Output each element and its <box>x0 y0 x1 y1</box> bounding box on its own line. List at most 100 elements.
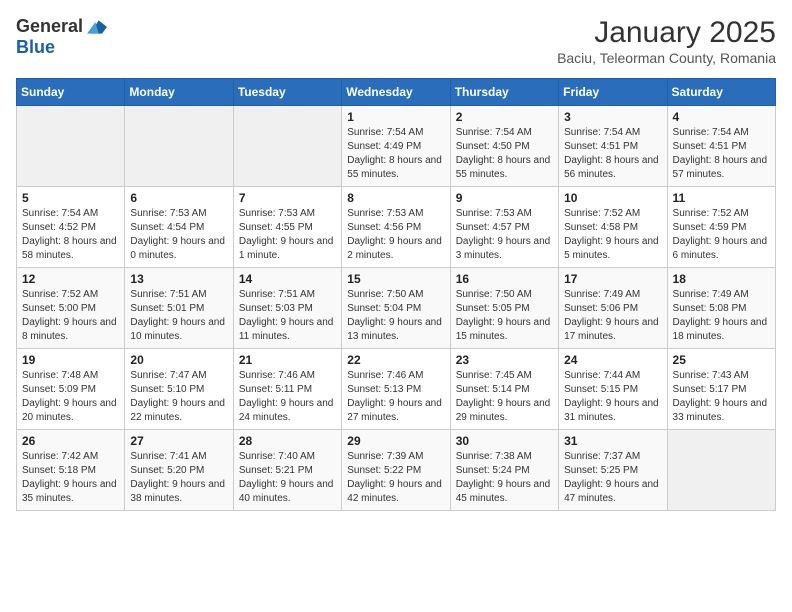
day-info: Sunrise: 7:37 AMSunset: 5:25 PMDaylight:… <box>564 450 661 506</box>
day-number: 10 <box>564 191 661 205</box>
day-info: Sunrise: 7:51 AMSunset: 5:03 PMDaylight:… <box>239 288 336 344</box>
day-number: 2 <box>456 110 553 124</box>
calendar-cell: 29 Sunrise: 7:39 AMSunset: 5:22 PMDayligh… <box>342 430 450 511</box>
calendar-cell: 15 Sunrise: 7:50 AMSunset: 5:04 PMDayligh… <box>342 268 450 349</box>
calendar-cell: 3 Sunrise: 7:54 AMSunset: 4:51 PMDaylight… <box>559 106 667 187</box>
day-info: Sunrise: 7:44 AMSunset: 5:15 PMDaylight:… <box>564 369 661 425</box>
calendar-cell: 20 Sunrise: 7:47 AMSunset: 5:10 PMDayligh… <box>125 349 233 430</box>
day-info: Sunrise: 7:41 AMSunset: 5:20 PMDaylight:… <box>130 450 227 506</box>
logo-icon <box>87 17 107 37</box>
day-info: Sunrise: 7:50 AMSunset: 5:05 PMDaylight:… <box>456 288 553 344</box>
day-number: 15 <box>347 272 444 286</box>
calendar-cell: 7 Sunrise: 7:53 AMSunset: 4:55 PMDaylight… <box>233 187 341 268</box>
calendar-cell: 17 Sunrise: 7:49 AMSunset: 5:06 PMDayligh… <box>559 268 667 349</box>
calendar-cell: 13 Sunrise: 7:51 AMSunset: 5:01 PMDayligh… <box>125 268 233 349</box>
day-info: Sunrise: 7:53 AMSunset: 4:57 PMDaylight:… <box>456 207 553 263</box>
day-info: Sunrise: 7:53 AMSunset: 4:56 PMDaylight:… <box>347 207 444 263</box>
weekday-header-saturday: Saturday <box>667 79 775 106</box>
day-number: 6 <box>130 191 227 205</box>
weekday-header-tuesday: Tuesday <box>233 79 341 106</box>
day-info: Sunrise: 7:54 AMSunset: 4:51 PMDaylight:… <box>673 126 770 182</box>
calendar-cell <box>667 430 775 511</box>
calendar-cell: 19Sunrise: 7:48 AMSunset: 5:09 PMDayligh… <box>17 349 125 430</box>
calendar-cell: 11 Sunrise: 7:52 AMSunset: 4:59 PMDayligh… <box>667 187 775 268</box>
day-number: 23 <box>456 353 553 367</box>
calendar-cell <box>233 106 341 187</box>
day-number: 17 <box>564 272 661 286</box>
calendar-cell: 30Sunrise: 7:38 AMSunset: 5:24 PMDayligh… <box>450 430 558 511</box>
calendar-cell: 10 Sunrise: 7:52 AMSunset: 4:58 PMDayligh… <box>559 187 667 268</box>
logo-blue-text: Blue <box>16 37 55 58</box>
day-number: 22 <box>347 353 444 367</box>
calendar-week-4: 19Sunrise: 7:48 AMSunset: 5:09 PMDayligh… <box>17 349 776 430</box>
logo: General Blue <box>16 16 107 58</box>
day-info: Sunrise: 7:48 AMSunset: 5:09 PMDaylight:… <box>22 369 119 425</box>
day-info: Sunrise: 7:53 AMSunset: 4:54 PMDaylight:… <box>130 207 227 263</box>
day-number: 5 <box>22 191 119 205</box>
calendar-cell: 8Sunrise: 7:53 AMSunset: 4:56 PMDaylight… <box>342 187 450 268</box>
day-info: Sunrise: 7:47 AMSunset: 5:10 PMDaylight:… <box>130 369 227 425</box>
calendar-cell: 28 Sunrise: 7:40 AMSunset: 5:21 PMDayligh… <box>233 430 341 511</box>
day-number: 28 <box>239 434 336 448</box>
calendar-cell: 25Sunrise: 7:43 AMSunset: 5:17 PMDayligh… <box>667 349 775 430</box>
page-header: General Blue January 2025 Baciu, Teleorm… <box>16 16 776 66</box>
calendar-cell: 12 Sunrise: 7:52 AMSunset: 5:00 PMDayligh… <box>17 268 125 349</box>
day-number: 4 <box>673 110 770 124</box>
calendar-cell: 9 Sunrise: 7:53 AMSunset: 4:57 PMDaylight… <box>450 187 558 268</box>
day-info: Sunrise: 7:38 AMSunset: 5:24 PMDaylight:… <box>456 450 553 506</box>
calendar-cell: 14 Sunrise: 7:51 AMSunset: 5:03 PMDayligh… <box>233 268 341 349</box>
weekday-header-sunday: Sunday <box>17 79 125 106</box>
calendar-cell: 18Sunrise: 7:49 AMSunset: 5:08 PMDayligh… <box>667 268 775 349</box>
day-info: Sunrise: 7:45 AMSunset: 5:14 PMDaylight:… <box>456 369 553 425</box>
weekday-header-monday: Monday <box>125 79 233 106</box>
day-info: Sunrise: 7:52 AMSunset: 4:59 PMDaylight:… <box>673 207 770 263</box>
day-number: 1 <box>347 110 444 124</box>
calendar-cell: 16 Sunrise: 7:50 AMSunset: 5:05 PMDayligh… <box>450 268 558 349</box>
day-info: Sunrise: 7:54 AMSunset: 4:49 PMDaylight:… <box>347 126 444 182</box>
calendar-cell: 22 Sunrise: 7:46 AMSunset: 5:13 PMDayligh… <box>342 349 450 430</box>
day-info: Sunrise: 7:54 AMSunset: 4:52 PMDaylight:… <box>22 207 119 263</box>
calendar-cell <box>125 106 233 187</box>
day-number: 13 <box>130 272 227 286</box>
calendar-cell: 6 Sunrise: 7:53 AMSunset: 4:54 PMDaylight… <box>125 187 233 268</box>
day-number: 18 <box>673 272 770 286</box>
day-info: Sunrise: 7:50 AMSunset: 5:04 PMDaylight:… <box>347 288 444 344</box>
calendar-cell <box>17 106 125 187</box>
calendar-cell: 5 Sunrise: 7:54 AMSunset: 4:52 PMDaylight… <box>17 187 125 268</box>
day-info: Sunrise: 7:49 AMSunset: 5:06 PMDaylight:… <box>564 288 661 344</box>
day-info: Sunrise: 7:54 AMSunset: 4:50 PMDaylight:… <box>456 126 553 182</box>
day-info: Sunrise: 7:54 AMSunset: 4:51 PMDaylight:… <box>564 126 661 182</box>
logo-general-text: General <box>16 16 83 37</box>
day-number: 20 <box>130 353 227 367</box>
day-number: 16 <box>456 272 553 286</box>
day-number: 27 <box>130 434 227 448</box>
day-info: Sunrise: 7:51 AMSunset: 5:01 PMDaylight:… <box>130 288 227 344</box>
weekday-header-wednesday: Wednesday <box>342 79 450 106</box>
day-info: Sunrise: 7:53 AMSunset: 4:55 PMDaylight:… <box>239 207 336 263</box>
calendar-cell: 26Sunrise: 7:42 AMSunset: 5:18 PMDayligh… <box>17 430 125 511</box>
calendar-cell: 24Sunrise: 7:44 AMSunset: 5:15 PMDayligh… <box>559 349 667 430</box>
day-number: 14 <box>239 272 336 286</box>
day-number: 11 <box>673 191 770 205</box>
day-number: 31 <box>564 434 661 448</box>
day-number: 9 <box>456 191 553 205</box>
day-info: Sunrise: 7:46 AMSunset: 5:13 PMDaylight:… <box>347 369 444 425</box>
calendar-week-3: 12 Sunrise: 7:52 AMSunset: 5:00 PMDayligh… <box>17 268 776 349</box>
day-info: Sunrise: 7:40 AMSunset: 5:21 PMDaylight:… <box>239 450 336 506</box>
day-info: Sunrise: 7:39 AMSunset: 5:22 PMDaylight:… <box>347 450 444 506</box>
day-number: 3 <box>564 110 661 124</box>
day-info: Sunrise: 7:52 AMSunset: 4:58 PMDaylight:… <box>564 207 661 263</box>
location-text: Baciu, Teleorman County, Romania <box>557 50 776 66</box>
calendar-cell: 27 Sunrise: 7:41 AMSunset: 5:20 PMDayligh… <box>125 430 233 511</box>
day-number: 26 <box>22 434 119 448</box>
title-block: January 2025 Baciu, Teleorman County, Ro… <box>557 16 776 66</box>
day-info: Sunrise: 7:52 AMSunset: 5:00 PMDaylight:… <box>22 288 119 344</box>
day-number: 21 <box>239 353 336 367</box>
calendar-cell: 4 Sunrise: 7:54 AMSunset: 4:51 PMDaylight… <box>667 106 775 187</box>
month-title: January 2025 <box>557 16 776 50</box>
day-number: 7 <box>239 191 336 205</box>
day-number: 12 <box>22 272 119 286</box>
calendar-week-1: 1 Sunrise: 7:54 AMSunset: 4:49 PMDaylight… <box>17 106 776 187</box>
day-info: Sunrise: 7:43 AMSunset: 5:17 PMDaylight:… <box>673 369 770 425</box>
day-number: 29 <box>347 434 444 448</box>
